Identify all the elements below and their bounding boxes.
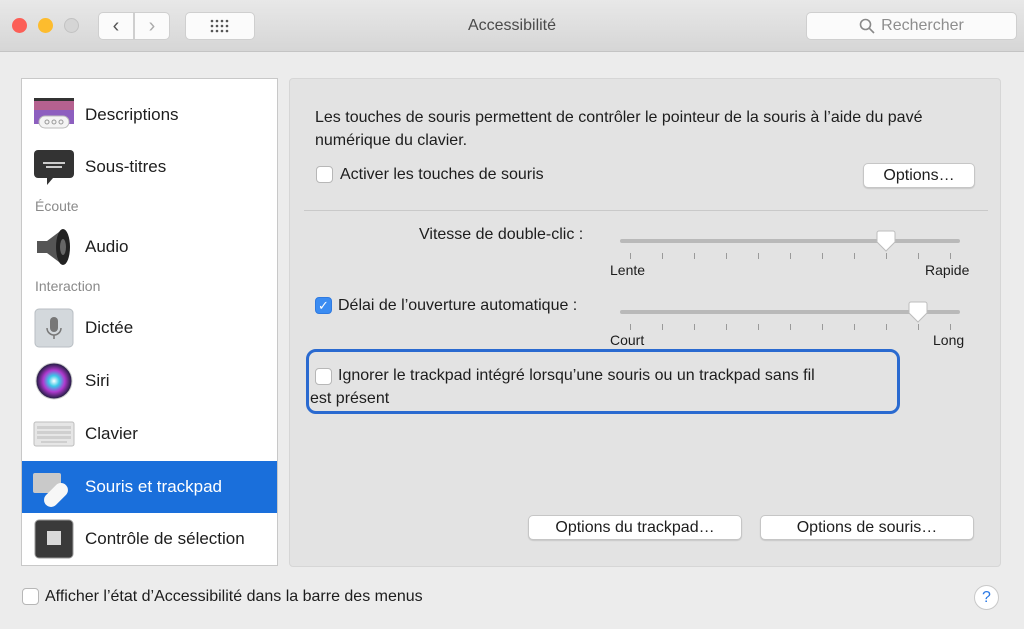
- slider-tick: [694, 253, 695, 259]
- slider-max-label: Long: [933, 332, 965, 348]
- question-mark-icon: ?: [982, 588, 991, 606]
- slider-tick: [726, 324, 727, 330]
- slider-thumb[interactable]: [908, 301, 928, 323]
- slider-tick: [630, 324, 631, 330]
- slider-tick: [822, 324, 823, 330]
- ignore-trackpad-label-line2: est présent: [310, 390, 390, 407]
- sidebar-item-label: Siri: [85, 371, 110, 390]
- slider-tick: [854, 253, 855, 259]
- double-click-speed-label: Vitesse de double-clic :: [419, 226, 584, 243]
- siri-icon: [33, 361, 75, 401]
- slider-tick: [662, 253, 663, 259]
- slider-tick: [662, 324, 663, 330]
- section-header-ecoute: Écoute: [35, 198, 79, 214]
- sidebar-item-label: Descriptions: [85, 105, 179, 124]
- sidebar-item-audio[interactable]: Audio: [22, 221, 277, 273]
- mouse-keys-description: Les touches de souris permettent de cont…: [315, 109, 923, 149]
- mouse-keys-checkbox[interactable]: [316, 166, 333, 183]
- slider-tick: [790, 324, 791, 330]
- mouse-keys-label: Activer les touches de souris: [340, 166, 544, 183]
- sidebar-item-label: Audio: [85, 237, 129, 256]
- sidebar-item-clavier[interactable]: Clavier: [22, 408, 277, 460]
- slider-max-label: Rapide: [925, 262, 970, 278]
- slider-tick: [918, 253, 919, 259]
- mouse-keys-options-button[interactable]: Options…: [863, 163, 975, 188]
- slider-tick: [886, 324, 887, 330]
- ignore-trackpad-label-line1: Ignorer le trackpad intégré lorsqu’une s…: [338, 367, 815, 384]
- double-click-speed-slider[interactable]: [620, 230, 960, 273]
- slider-tick: [950, 324, 951, 330]
- slider-tick: [854, 324, 855, 330]
- show-accessibility-status-label: Afficher l’état d’Accessibilité dans la …: [45, 588, 423, 605]
- divider: [304, 210, 988, 211]
- show-accessibility-status-checkbox[interactable]: [22, 588, 39, 605]
- slider-tick: [758, 253, 759, 259]
- search-placeholder: Rechercher: [881, 17, 964, 34]
- slider-thumb[interactable]: [876, 230, 896, 252]
- slider-tick: [950, 253, 951, 259]
- sidebar-item-sous-titres[interactable]: Sous-titres: [22, 141, 277, 193]
- sidebar-item-label: Dictée: [85, 318, 134, 337]
- sidebar-item-label: Contrôle de sélection: [85, 529, 245, 548]
- sidebar-item-controle-selection[interactable]: Contrôle de sélection: [22, 513, 277, 565]
- switch-control-icon: [33, 519, 75, 559]
- spring-loading-checkbox[interactable]: ✓: [315, 297, 332, 314]
- slider-track: [620, 239, 960, 243]
- slider-min-label: Court: [610, 332, 645, 348]
- slider-tick: [918, 324, 919, 330]
- spring-loading-delay-slider[interactable]: [620, 301, 960, 344]
- sidebar-item-dictee[interactable]: Dictée: [22, 302, 277, 354]
- ignore-trackpad-checkbox[interactable]: [315, 368, 332, 385]
- trackpad-options-button[interactable]: Options du trackpad…: [528, 515, 742, 540]
- sidebar-item-souris-trackpad[interactable]: Souris et trackpad: [22, 461, 277, 513]
- slider-min-label: Lente: [610, 262, 646, 278]
- help-button[interactable]: ?: [974, 585, 999, 610]
- slider-tick: [886, 253, 887, 259]
- sidebar-item-label: Souris et trackpad: [85, 477, 223, 496]
- keyboard-icon: [33, 414, 75, 454]
- section-header-interaction: Interaction: [35, 278, 101, 294]
- search-input[interactable]: Rechercher: [806, 12, 1017, 40]
- slider-tick: [694, 324, 695, 330]
- slider-tick: [790, 253, 791, 259]
- mouse-trackpad-icon: [33, 467, 75, 507]
- mouse-options-button[interactable]: Options de souris…: [760, 515, 974, 540]
- descriptions-icon: [33, 95, 75, 135]
- microphone-icon: [33, 308, 75, 348]
- sidebar[interactable]: Descriptions Sous-titres Écoute Audio In…: [21, 78, 278, 566]
- slider-tick: [758, 324, 759, 330]
- sidebar-item-descriptions[interactable]: Descriptions: [22, 89, 277, 141]
- settings-panel: Les touches de souris permettent de cont…: [289, 78, 1001, 567]
- subtitles-icon: [33, 147, 75, 187]
- search-icon: [859, 18, 875, 34]
- spring-loading-label: Délai de l’ouverture automatique :: [338, 297, 578, 314]
- sidebar-item-siri[interactable]: Siri: [22, 355, 277, 407]
- sidebar-item-label: Sous-titres: [85, 157, 167, 176]
- slider-tick: [630, 253, 631, 259]
- title-bar: ‹ › Accessibilité Rechercher: [0, 0, 1024, 52]
- slider-tick: [822, 253, 823, 259]
- speaker-icon: [33, 227, 75, 267]
- slider-tick: [726, 253, 727, 259]
- sidebar-item-label: Clavier: [85, 424, 138, 443]
- checkmark-icon: ✓: [318, 297, 329, 313]
